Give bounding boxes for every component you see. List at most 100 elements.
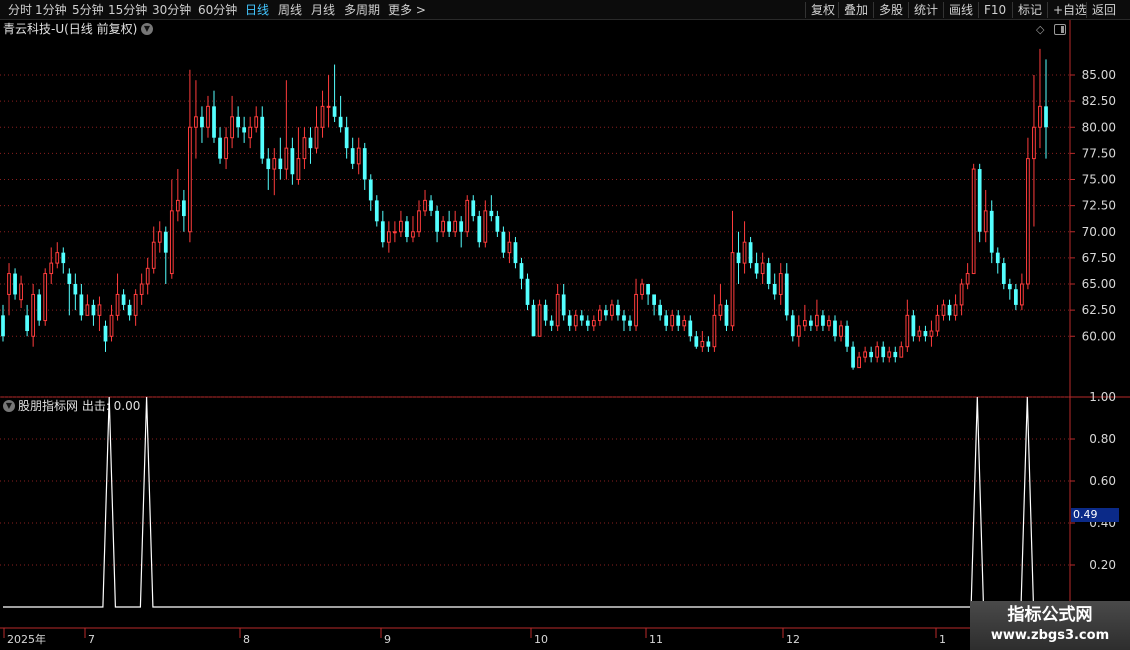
- candle-body-up: [670, 314, 675, 327]
- candle-body-down: [121, 294, 126, 305]
- window-toggle-icon[interactable]: [1054, 24, 1066, 35]
- candle-body-down: [652, 294, 656, 305]
- candle-body-down: [1013, 289, 1018, 305]
- mark-button[interactable]: 标记: [1012, 2, 1042, 18]
- candle-body-down: [989, 210, 994, 253]
- candle-body-up: [194, 116, 198, 128]
- candle-body-up: [31, 293, 36, 337]
- candle-body-up: [863, 351, 868, 358]
- candle-body-down: [260, 116, 265, 159]
- candle-body-down: [531, 304, 536, 337]
- candle-body-down: [754, 263, 759, 274]
- candlestick-series: [1, 48, 1048, 370]
- back-button[interactable]: 返回: [1086, 2, 1116, 18]
- candle-body-down: [278, 158, 283, 170]
- price-axis: 85.00 82.50 80.00 77.50 75.00 72.50 70.0…: [1082, 68, 1116, 343]
- candle-body-down: [706, 341, 711, 347]
- tab-15min[interactable]: 15分钟: [108, 2, 147, 18]
- candle-body-up: [115, 293, 120, 316]
- candle-body-down: [181, 200, 186, 217]
- draw-line-button[interactable]: 画线: [943, 2, 973, 18]
- chevron-down-icon[interactable]: ▼: [141, 23, 153, 35]
- candle-body-up: [917, 330, 922, 337]
- candle-body-down: [616, 304, 620, 316]
- candle-body-up: [230, 116, 234, 139]
- candle-body-down: [489, 210, 494, 217]
- tab-weekly[interactable]: 周线: [278, 2, 302, 18]
- tab-daily[interactable]: 日线: [245, 2, 269, 18]
- candle-body-down: [1001, 263, 1006, 284]
- candle-body-up: [356, 147, 361, 165]
- candle-body-down: [658, 304, 663, 316]
- candle-body-down: [1044, 106, 1048, 128]
- watermark-url: www.zbgs3.com: [990, 628, 1110, 643]
- candle-body-down: [724, 304, 729, 326]
- candle-body-up: [314, 126, 319, 149]
- tab-multi-period[interactable]: 多周期: [344, 2, 380, 18]
- candle-body-down: [447, 221, 452, 232]
- f10-button[interactable]: F10: [978, 2, 1006, 18]
- tab-30min[interactable]: 30分钟: [152, 2, 191, 18]
- tab-fenshi[interactable]: 分时: [8, 2, 32, 18]
- multi-stock-button[interactable]: 多股: [873, 2, 903, 18]
- candle-body-down: [585, 320, 590, 326]
- candle-body-down: [79, 294, 84, 316]
- price-tick-label: 77.50: [1082, 146, 1116, 160]
- candle-body-down: [61, 252, 66, 264]
- candle-body-down: [477, 216, 482, 243]
- diamond-icon[interactable]: ◇: [1036, 24, 1044, 36]
- candle-body-down: [332, 106, 337, 117]
- candle-body-down: [694, 336, 699, 347]
- tab-5min[interactable]: 5分钟: [72, 2, 104, 18]
- candle-body-down: [212, 106, 216, 138]
- candle-body-down: [893, 351, 898, 358]
- time-axis-label: 8: [243, 633, 250, 646]
- price-gridlines: [0, 74, 1075, 337]
- candle-body-down: [103, 325, 108, 342]
- price-tick-label: 62.50: [1082, 303, 1116, 317]
- candle-body-up: [169, 210, 174, 275]
- tab-1min[interactable]: 1分钟: [35, 2, 67, 18]
- tab-monthly[interactable]: 月线: [311, 2, 335, 18]
- indicator-gridlines: [0, 396, 1075, 566]
- more-menu-button[interactable]: 更多 >: [388, 2, 426, 18]
- price-tick-label: 67.50: [1082, 251, 1116, 265]
- candle-body-down: [833, 320, 837, 337]
- add-watchlist-button[interactable]: +自选: [1047, 2, 1087, 18]
- price-tick-label: 70.00: [1082, 225, 1116, 239]
- candle-body-up: [929, 330, 934, 337]
- candle-body-up: [965, 273, 970, 285]
- price-tick-label: 60.00: [1082, 329, 1116, 343]
- candle-body-down: [628, 320, 632, 326]
- candle-body-down: [977, 169, 982, 232]
- kline-chart[interactable]: 85.00 82.50 80.00 77.50 75.00 72.50 70.0…: [0, 20, 1130, 650]
- chevron-down-icon[interactable]: ▼: [3, 400, 15, 412]
- indicator-tick-label: 0.60: [1089, 474, 1116, 488]
- candle-body-up: [206, 105, 210, 128]
- candle-body-up: [555, 293, 560, 327]
- candle-body-down: [380, 221, 385, 243]
- price-tick-label: 80.00: [1082, 120, 1116, 134]
- candle-body-up: [718, 304, 723, 316]
- candle-body-down: [338, 116, 343, 128]
- candle-body-up: [1038, 105, 1042, 128]
- candle-body-down: [374, 200, 379, 222]
- time-axis-label: 11: [649, 633, 663, 646]
- candle-body-down: [784, 273, 789, 316]
- candle-body-up: [953, 304, 958, 316]
- candle-body-up: [839, 325, 843, 337]
- candle-body-down: [362, 148, 367, 180]
- tab-60min[interactable]: 60分钟: [198, 2, 237, 18]
- candle-body-down: [1, 315, 5, 337]
- candle-body-down: [543, 304, 548, 321]
- candle-body-up: [959, 283, 964, 306]
- candle-body-down: [579, 315, 584, 321]
- candle-body-up: [905, 314, 910, 348]
- candle-body-up: [465, 199, 470, 233]
- candle-body-up: [254, 116, 259, 128]
- statistics-button[interactable]: 统计: [908, 2, 938, 18]
- overlay-button[interactable]: 叠加: [838, 2, 868, 18]
- candle-body-down: [368, 179, 373, 201]
- restore-rights-button[interactable]: 复权: [805, 2, 835, 18]
- candle-body-down: [676, 315, 681, 326]
